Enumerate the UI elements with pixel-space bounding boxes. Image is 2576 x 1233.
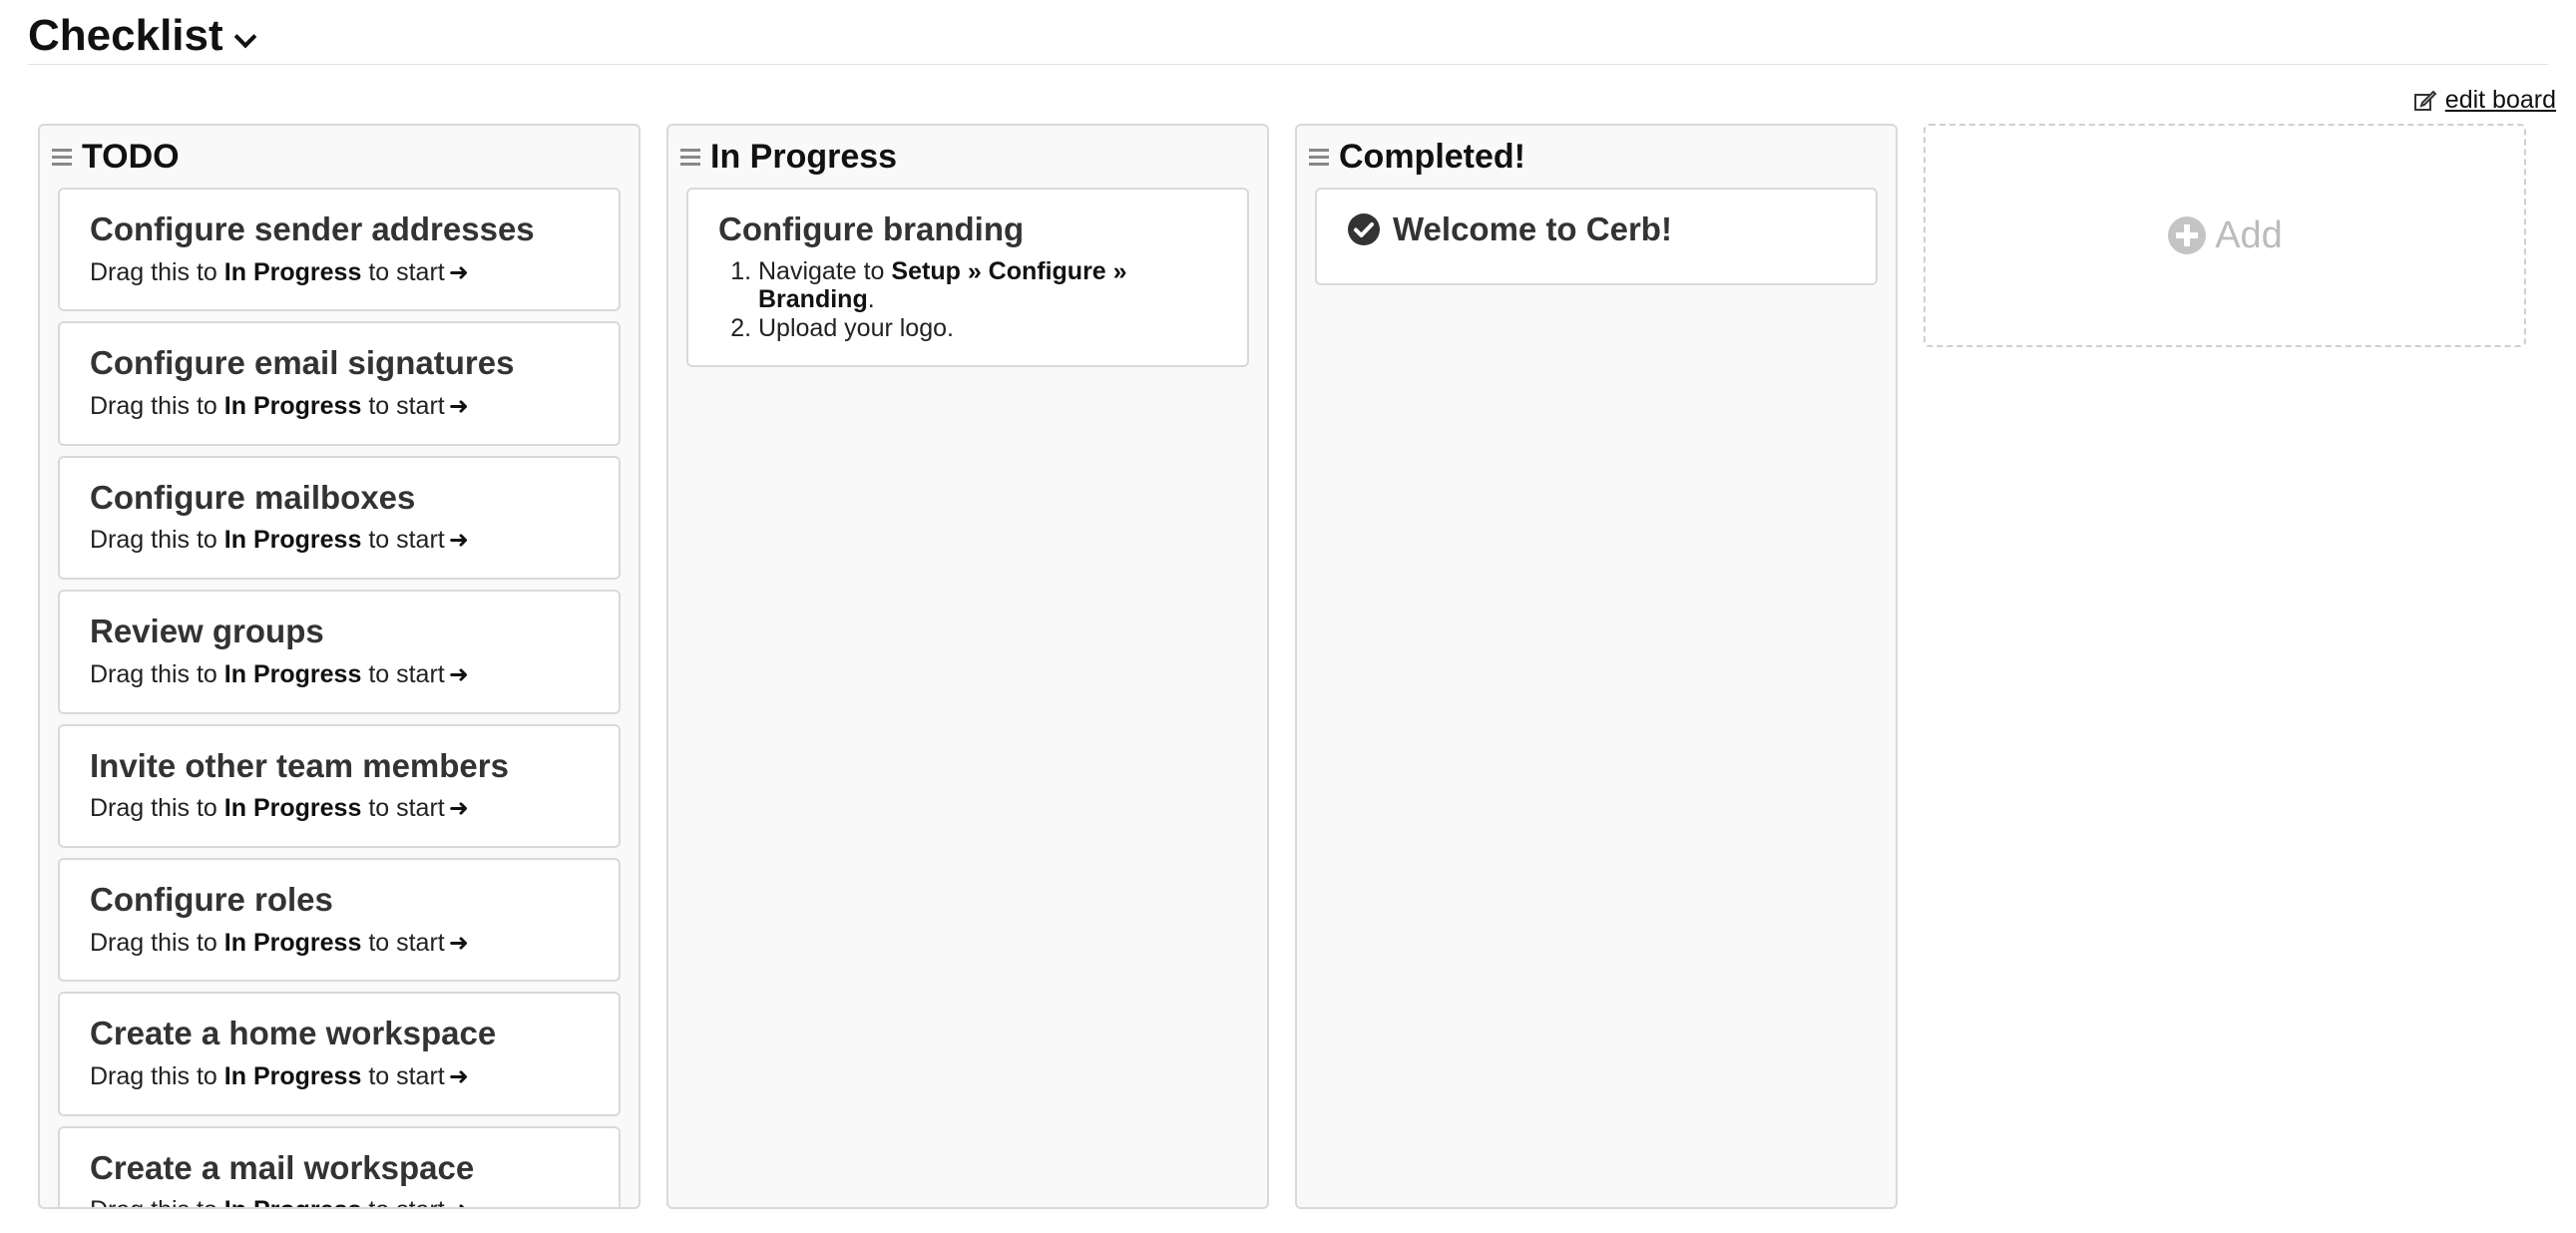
edit-icon [2413, 90, 2437, 111]
card-title: Create a home workspace [90, 1015, 497, 1052]
board-title: Checklist [28, 11, 223, 60]
arrow-right-icon: ➜ [448, 660, 469, 688]
plus-circle-icon [2168, 216, 2207, 254]
card[interactable]: Welcome to Cerb! [1315, 188, 1878, 285]
card-list: Configure branding Navigate to Setup » C… [668, 188, 1267, 367]
column-header: TODO [40, 126, 639, 188]
card-description: Drag this to In Progress to start➜ [90, 1061, 469, 1090]
card-title: Configure mailboxes [90, 478, 416, 516]
card[interactable]: Configure roles Drag this to In Progress… [58, 857, 621, 983]
card-step: Upload your logo. [758, 314, 1217, 343]
card-description: Drag this to In Progress to start➜ [90, 1195, 589, 1207]
card[interactable]: Create a home workspace Drag this to In … [58, 992, 621, 1116]
card-description: Drag this to In Progress to start➜ [90, 794, 469, 823]
card-list: Configure sender addresses Drag this to … [40, 188, 639, 1207]
card[interactable]: Configure email signatures Drag this to … [58, 321, 621, 446]
card-steps: Navigate to Setup » Configure » Branding… [718, 257, 1217, 343]
card[interactable]: Configure branding Navigate to Setup » C… [686, 188, 1249, 367]
card-title: Review groups [90, 613, 324, 650]
arrow-right-icon: ➜ [448, 1062, 469, 1090]
arrow-right-icon: ➜ [448, 258, 469, 286]
page: Checklist edit board TODO Configure send… [0, 0, 2576, 1233]
column-completed: Completed! Welcome to Cerb! [1295, 124, 1898, 1209]
drag-handle-icon[interactable] [52, 148, 72, 166]
card-step: Navigate to Setup » Configure » Branding… [758, 257, 1217, 315]
card[interactable]: Create a mail workspace Drag this to In … [58, 1125, 621, 1207]
arrow-right-icon: ➜ [448, 929, 469, 957]
drag-handle-icon[interactable] [680, 148, 700, 166]
column-title: Completed! [1339, 137, 1525, 176]
check-circle-icon [1348, 212, 1380, 245]
column-todo: TODO Configure sender addresses Drag thi… [38, 124, 641, 1209]
card-description: Drag this to In Progress to start➜ [90, 526, 469, 555]
add-column-content: Add [2167, 214, 2283, 257]
chevron-down-icon [233, 25, 256, 49]
column-title: TODO [82, 137, 180, 176]
edit-board-link[interactable]: edit board [2413, 86, 2556, 115]
card-title: Configure email signatures [90, 344, 515, 382]
column-header: In Progress [668, 126, 1267, 188]
edit-board-label: edit board [2444, 86, 2556, 114]
card-description: Drag this to In Progress to start➜ [90, 659, 469, 688]
card-title: Invite other team members [90, 746, 509, 784]
card-title-row: Welcome to Cerb! [1347, 209, 1846, 249]
arrow-right-icon: ➜ [448, 392, 469, 420]
card-description: Drag this to In Progress to start➜ [90, 257, 469, 286]
board-title-dropdown[interactable]: Checklist [28, 11, 256, 61]
card[interactable]: Invite other team members Drag this to I… [58, 723, 621, 848]
arrow-right-icon: ➜ [449, 1197, 469, 1207]
card-description: Drag this to In Progress to start➜ [90, 928, 469, 957]
card-description: Drag this to In Progress to start➜ [90, 391, 469, 420]
add-column-button[interactable]: Add [1924, 124, 2526, 347]
card[interactable]: Configure mailboxes Drag this to In Prog… [58, 455, 621, 581]
card-title: Configure branding [718, 210, 1025, 247]
arrow-right-icon: ➜ [448, 527, 469, 555]
column-title: In Progress [710, 137, 898, 176]
card[interactable]: Review groups Drag this to In Progress t… [58, 590, 621, 714]
board-columns: TODO Configure sender addresses Drag thi… [38, 124, 2526, 1209]
drag-handle-icon[interactable] [1309, 148, 1329, 166]
card-list: Welcome to Cerb! [1297, 188, 1896, 285]
card[interactable]: Configure sender addresses Drag this to … [58, 188, 621, 312]
header: Checklist [28, 8, 2548, 65]
add-label: Add [2215, 213, 2283, 256]
card-title: Welcome to Cerb! [1393, 210, 1672, 247]
card-title: Create a mail workspace [90, 1148, 475, 1186]
arrow-right-icon: ➜ [448, 795, 469, 823]
card-title: Configure sender addresses [90, 210, 535, 247]
column-in-progress: In Progress Configure branding Navigate … [666, 124, 1269, 1209]
column-header: Completed! [1297, 126, 1896, 188]
card-title: Configure roles [90, 880, 333, 918]
